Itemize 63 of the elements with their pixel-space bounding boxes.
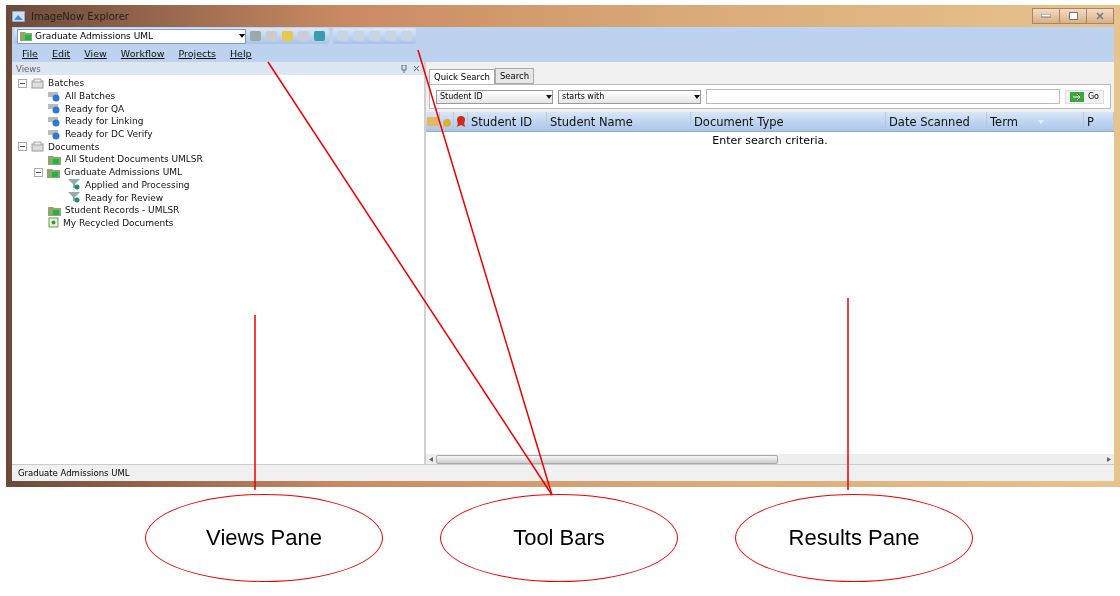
menu-item[interactable]: Workflow [120,48,165,59]
pane-title: Views [16,63,41,74]
tree-item[interactable]: Ready for DC Verify [65,129,153,140]
collapse-icon[interactable] [18,142,27,152]
window-title: ImageNow Explorer [31,10,129,22]
tray-icon [31,141,44,153]
column-header[interactable]: Term [990,114,1018,129]
minimize-icon [1041,14,1051,18]
horizontal-scrollbar[interactable] [426,454,1114,464]
batch-icon [48,115,61,127]
tab[interactable]: Search [494,68,535,84]
menu-item[interactable]: Help [229,48,252,59]
field-select[interactable]: Student ID [436,89,553,104]
recycle-bin-icon [48,217,59,229]
column-header[interactable]: Document Type [694,114,784,129]
arrow-icon [1069,91,1084,102]
view-select[interactable]: Graduate Admissions UML [17,28,246,44]
tray-icon [31,77,44,89]
pin-icon[interactable] [401,64,407,73]
minimize-button[interactable] [1032,8,1060,24]
operator-select[interactable]: starts with [558,89,701,104]
close-button[interactable] [1086,8,1114,24]
tree-item[interactable]: All Student Documents UMLSR [65,154,203,165]
tree-item[interactable]: Applied and Processing [85,179,190,190]
scroll-right-icon[interactable] [1107,456,1111,462]
search-field[interactable] [706,89,1060,104]
empty-message: Enter search criteria. [711,133,829,147]
tree-item[interactable]: Ready for Review [85,192,164,203]
column-header[interactable]: Date Scanned [889,114,970,129]
app-icon [12,10,25,22]
restore-icon [1068,12,1078,20]
tree-item[interactable]: Ready for QA [65,103,125,114]
restore-button[interactable] [1059,8,1087,24]
close-icon [1096,12,1104,20]
batch-icon [48,128,61,140]
status-text: Graduate Admissions UML [18,468,130,478]
dropdown-arrow-icon [239,34,245,38]
close-icon[interactable] [413,64,420,72]
menu-item[interactable]: File [22,48,38,59]
ribbon-icon[interactable] [455,116,466,127]
tree-item[interactable]: Batches [48,78,85,89]
tree-item[interactable]: All Batches [65,91,116,102]
menu-item[interactable]: Projects [178,48,216,59]
column-header[interactable]: Student ID [471,114,533,129]
tab[interactable]: Quick Search [429,69,495,84]
menu-item[interactable]: View [84,48,107,59]
dropdown-arrow-icon [694,94,700,99]
tree-item[interactable]: Ready for Linking [65,116,144,127]
tree-item[interactable]: Documents [48,141,100,152]
column-header[interactable]: Student Name [550,114,633,129]
batch-icon [48,103,61,115]
sort-arrow-icon [1037,119,1044,124]
menu-item[interactable]: Edit [51,48,71,59]
batch-icon [48,90,61,102]
tree-item[interactable]: Student Records - UMLSR [65,205,180,216]
collapse-icon[interactable] [18,78,27,88]
collapse-icon[interactable] [34,167,43,177]
scroll-left-icon[interactable] [429,456,433,462]
tree-item[interactable]: My Recycled Documents [63,217,174,228]
go-button[interactable]: Go [1064,89,1104,104]
column-header[interactable]: P [1087,114,1094,129]
tree-item[interactable]: Graduate Admissions UML [64,167,183,178]
dropdown-arrow-icon [546,94,552,99]
